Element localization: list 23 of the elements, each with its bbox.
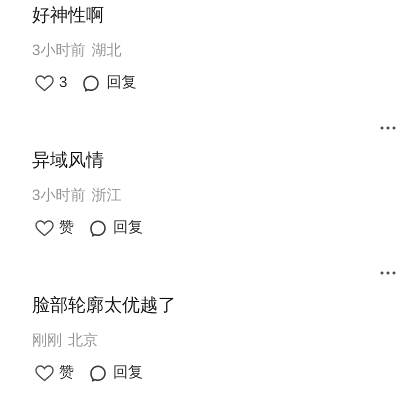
speech-bubble-icon: [90, 220, 106, 236]
more-icon[interactable]: [380, 126, 396, 130]
comment-text: 异域风情: [32, 150, 104, 170]
comment-time: 3小时前: [32, 186, 86, 206]
more-icon[interactable]: [380, 271, 396, 275]
heart-icon: [35, 74, 54, 92]
like-button[interactable]: 赞: [32, 216, 74, 240]
comment-text: 好神性啊: [32, 5, 104, 25]
comment-location: 湖北: [91, 41, 122, 61]
comment-time: 3小时前: [32, 41, 86, 61]
reply-button[interactable]: 回复: [83, 72, 136, 94]
comment-time: 刚刚: [32, 331, 62, 351]
speech-bubble-icon: [83, 74, 100, 92]
comment-text: 脸部轮廓太优越了: [32, 295, 176, 315]
like-button[interactable]: 赞: [32, 362, 74, 384]
like-button[interactable]: 3: [32, 72, 68, 94]
comment-location: 北京: [68, 331, 98, 351]
speech-bubble-icon: [90, 364, 106, 382]
comment-location: 浙江: [91, 186, 122, 206]
reply-button[interactable]: 回复: [90, 362, 143, 384]
reply-button[interactable]: 回复: [90, 216, 143, 240]
heart-icon: [35, 220, 54, 236]
heart-icon: [35, 364, 54, 382]
